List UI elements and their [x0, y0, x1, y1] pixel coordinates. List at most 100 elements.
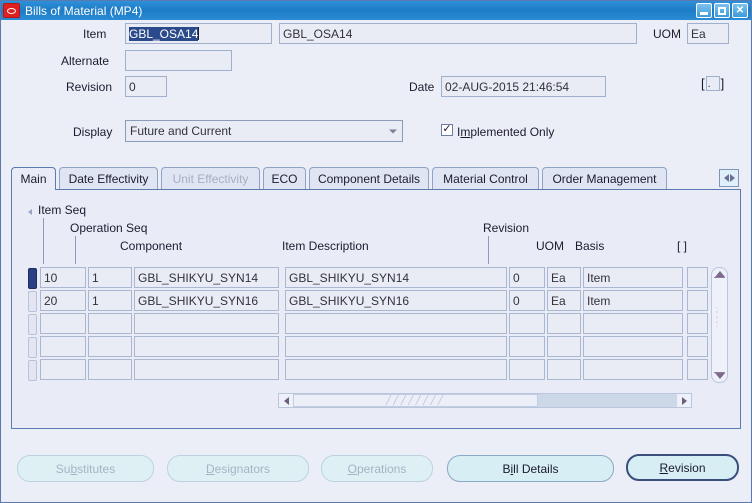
- grid-vertical-scrollbar[interactable]: : :: :: [711, 267, 728, 383]
- cell-basis[interactable]: [583, 359, 683, 380]
- chevron-down-icon[interactable]: [385, 124, 400, 139]
- table-row[interactable]: 20 1 GBL_SHIKYU_SYN16 GBL_SHIKYU_SYN16 0…: [12, 290, 742, 313]
- item-description-value: GBL_OSA14: [283, 26, 353, 41]
- table-row[interactable]: [12, 336, 742, 359]
- tab-date-effectivity[interactable]: Date Effectivity: [59, 167, 158, 189]
- substitutes-button: Su b stitutes: [17, 455, 154, 482]
- cell-uom[interactable]: [547, 336, 581, 357]
- cell-uom[interactable]: Ea: [547, 267, 581, 288]
- alternate-field[interactable]: [125, 50, 232, 71]
- cell-item-seq[interactable]: [40, 313, 86, 334]
- record-indicator[interactable]: [28, 337, 37, 358]
- main-tab-panel: Item Seq Operation Seq Component Item De…: [11, 189, 741, 429]
- scroll-grip-icon: : :: :: [715, 305, 719, 330]
- cell-component[interactable]: [134, 336, 279, 357]
- dff-value[interactable]: .: [705, 76, 720, 91]
- table-row[interactable]: 10 1 GBL_SHIKYU_SYN14 GBL_SHIKYU_SYN14 0…: [12, 267, 742, 290]
- cell-dff[interactable]: [687, 336, 708, 357]
- cell-dff[interactable]: [687, 290, 708, 311]
- uom-value: Ea: [691, 26, 706, 41]
- cell-uom[interactable]: [547, 313, 581, 334]
- cell-basis[interactable]: Item: [583, 267, 683, 288]
- cell-revision[interactable]: 0: [509, 267, 545, 288]
- cell-item-seq[interactable]: 10: [40, 267, 86, 288]
- cell-uom[interactable]: [547, 359, 581, 380]
- cell-item-description[interactable]: GBL_SHIKYU_SYN16: [285, 290, 507, 311]
- record-indicator[interactable]: [28, 268, 37, 289]
- record-indicator[interactable]: [28, 291, 37, 312]
- item-field-value: GBL_OSA14: [129, 26, 199, 41]
- item-field[interactable]: GBL_OSA14: [125, 23, 272, 44]
- tab-main[interactable]: Main: [11, 167, 56, 190]
- cell-revision[interactable]: [509, 336, 545, 357]
- cell-uom[interactable]: Ea: [547, 290, 581, 311]
- tab-strip: Main Date Effectivity Unit Effectivity E…: [11, 167, 741, 190]
- dff-open-bracket: [: [701, 76, 705, 91]
- maximize-icon: [718, 6, 726, 15]
- cell-dff[interactable]: [687, 313, 708, 334]
- revision-field[interactable]: 0: [125, 76, 167, 97]
- horizontal-scroll-track[interactable]: [538, 394, 677, 407]
- horizontal-scroll-thumb[interactable]: ╱╱╱╱╱╱╱╱: [293, 394, 538, 407]
- item-description-field[interactable]: GBL_OSA14: [279, 23, 637, 44]
- record-indicator[interactable]: [28, 360, 37, 381]
- table-row[interactable]: [12, 313, 742, 336]
- table-row[interactable]: [12, 359, 742, 382]
- scroll-right-arrow-icon[interactable]: [677, 394, 691, 407]
- scroll-left-arrow-icon[interactable]: [279, 394, 293, 407]
- cell-operation-seq[interactable]: 1: [88, 290, 132, 311]
- cell-item-seq[interactable]: 20: [40, 290, 86, 311]
- minimize-button[interactable]: [696, 3, 712, 18]
- cell-item-description[interactable]: [285, 313, 507, 334]
- uom-field[interactable]: Ea: [687, 23, 729, 44]
- tab-unit-effectivity: Unit Effectivity: [161, 167, 260, 189]
- cell-dff[interactable]: [687, 267, 708, 288]
- bill-details-button[interactable]: Bi ll Details: [447, 455, 614, 482]
- cell-component[interactable]: GBL_SHIKYU_SYN14: [134, 267, 279, 288]
- window-title: Bills of Material (MP4): [25, 3, 143, 18]
- cell-component[interactable]: [134, 313, 279, 334]
- cell-item-seq[interactable]: [40, 336, 86, 357]
- revision-button[interactable]: Revision: [626, 454, 739, 481]
- cell-revision[interactable]: [509, 359, 545, 380]
- window-controls: ✕: [696, 3, 748, 18]
- cell-revision[interactable]: [509, 313, 545, 334]
- display-label: Display: [73, 125, 113, 139]
- close-button[interactable]: ✕: [732, 3, 748, 18]
- tab-material-control[interactable]: Material Control: [432, 167, 539, 189]
- implemented-only-checkbox[interactable]: ✓: [441, 124, 453, 136]
- cell-operation-seq[interactable]: 1: [88, 267, 132, 288]
- tab-scroll-left-right-icon[interactable]: [719, 169, 739, 187]
- cell-operation-seq[interactable]: [88, 336, 132, 357]
- cell-revision[interactable]: 0: [509, 290, 545, 311]
- scroll-down-arrow-icon[interactable]: [714, 373, 725, 379]
- vertical-scroll-track[interactable]: : :: :: [712, 278, 727, 372]
- cell-basis[interactable]: [583, 313, 683, 334]
- cell-operation-seq[interactable]: [88, 313, 132, 334]
- display-dropdown[interactable]: Future and Current: [125, 120, 403, 142]
- cell-dff[interactable]: [687, 359, 708, 380]
- header-descriptive-flexfield[interactable]: [ . ]: [701, 76, 724, 91]
- operations-button: Operations: [321, 455, 433, 482]
- uom-label: UOM: [653, 27, 681, 41]
- maximize-button[interactable]: [714, 3, 730, 18]
- grid-horizontal-scrollbar[interactable]: ╱╱╱╱╱╱╱╱: [278, 393, 692, 408]
- cell-component[interactable]: GBL_SHIKYU_SYN16: [134, 290, 279, 311]
- oracle-logo-icon: [3, 3, 20, 18]
- cell-basis[interactable]: [583, 336, 683, 357]
- tab-component-details[interactable]: Component Details: [309, 167, 429, 189]
- cell-operation-seq[interactable]: [88, 359, 132, 380]
- window-titlebar[interactable]: Bills of Material (MP4) ✕: [1, 1, 751, 20]
- minimize-icon: [700, 12, 708, 15]
- tab-order-management[interactable]: Order Management: [542, 167, 667, 189]
- cell-item-description[interactable]: GBL_SHIKYU_SYN14: [285, 267, 507, 288]
- record-indicator[interactable]: [28, 314, 37, 335]
- cell-item-seq[interactable]: [40, 359, 86, 380]
- tab-eco[interactable]: ECO: [263, 167, 306, 189]
- cell-item-description[interactable]: [285, 336, 507, 357]
- date-field[interactable]: 02-AUG-2015 21:46:54: [441, 76, 606, 97]
- implemented-only-label: Implemented Only: [457, 125, 555, 139]
- cell-component[interactable]: [134, 359, 279, 380]
- cell-item-description[interactable]: [285, 359, 507, 380]
- cell-basis[interactable]: Item: [583, 290, 683, 311]
